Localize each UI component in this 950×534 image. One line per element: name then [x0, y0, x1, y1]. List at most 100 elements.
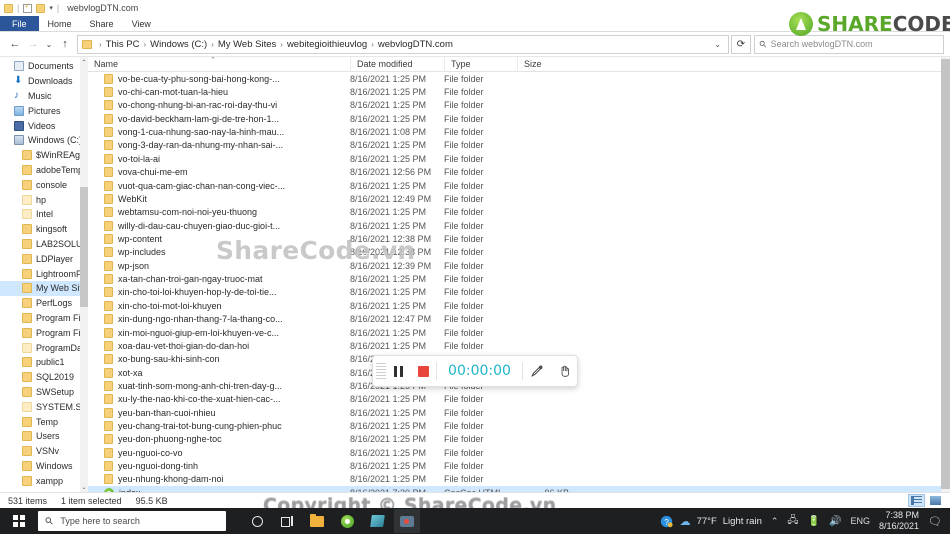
- table-row[interactable]: yeu-ban-than-cuoi-nhieu 8/16/2021 1:25 PM…: [88, 406, 950, 419]
- sidebar-item-windows-c[interactable]: Windows (C:): [0, 133, 88, 148]
- table-row[interactable]: xoa-dau-vet-thoi-gian-do-dan-hoi 8/16/202…: [88, 339, 950, 352]
- table-row[interactable]: xa-tan-chan-troi-gan-ngay-truoc-mat 8/16/…: [88, 272, 950, 285]
- tab-share[interactable]: Share: [81, 16, 123, 31]
- sidebar-item-windows[interactable]: Windows: [0, 459, 88, 474]
- sidebar-scroll-down-icon[interactable]: ⌄: [80, 482, 88, 492]
- sidebar-item-winreagent[interactable]: $WinREAgent: [0, 148, 88, 163]
- sidebar-item-kingsoft[interactable]: kingsoft: [0, 222, 88, 237]
- chevron-up-icon[interactable]: ⌃: [771, 516, 779, 527]
- sidebar-item-intel[interactable]: Intel: [0, 207, 88, 222]
- clock[interactable]: 7:38 PM 8/16/2021: [879, 510, 919, 532]
- sidebar-item-pictures[interactable]: Pictures: [0, 103, 88, 118]
- pause-button[interactable]: [386, 365, 410, 377]
- weather-widget[interactable]: ☁ 77°F Light rain: [680, 515, 762, 528]
- sidebar-item-users[interactable]: Users: [0, 429, 88, 444]
- sidebar-item-console[interactable]: console: [0, 177, 88, 192]
- breadcrumb-item-webvlogdtn[interactable]: webvlogDTN.com: [378, 39, 453, 50]
- tab-view[interactable]: View: [123, 16, 160, 31]
- table-row[interactable]: vong-3-day-ran-da-nhung-my-nhan-sai-... 8…: [88, 139, 950, 152]
- sidebar-item-sql2019[interactable]: SQL2019: [0, 370, 88, 385]
- sidebar-item-music[interactable]: ♪ Music: [0, 89, 88, 104]
- breadcrumb-item-this-pc[interactable]: This PC: [106, 39, 140, 50]
- tab-file[interactable]: File: [0, 16, 39, 31]
- table-row[interactable]: vova-chui-me-em 8/16/2021 12:56 PM File fo…: [88, 166, 950, 179]
- back-arrow-icon[interactable]: ←: [6, 35, 24, 53]
- sidebar-item-videos[interactable]: Videos: [0, 118, 88, 133]
- sidebar-item-xampp[interactable]: xampp: [0, 473, 88, 488]
- screen-recorder-button[interactable]: [394, 509, 420, 533]
- column-header-name[interactable]: Name: [88, 57, 350, 72]
- sidebar-item-my-web-sites[interactable]: My Web Sites: [0, 280, 88, 296]
- table-row[interactable]: xu-ly-the-nao-khi-co-the-xuat-hien-cac-.…: [88, 393, 950, 406]
- table-row[interactable]: yeu-nhung-khong-dam-noi 8/16/2021 1:25 PM…: [88, 473, 950, 486]
- help-button[interactable]: ?: [660, 515, 673, 530]
- sidebar-item-program-files[interactable]: Program Files (: [0, 325, 88, 340]
- customize-quick-access-icon[interactable]: ▾: [49, 4, 53, 12]
- sidebar-item-adobetemp[interactable]: adobeTemp: [0, 163, 88, 178]
- table-row[interactable]: vo-chong-nhung-bi-an-rac-roi-day-thu-vi 8…: [88, 99, 950, 112]
- sidebar-scroll-up-icon[interactable]: ⌃: [80, 57, 88, 67]
- breadcrumb-item-my-web-sites[interactable]: My Web Sites: [218, 39, 276, 50]
- table-row[interactable]: wp-json 8/16/2021 12:39 PM File folder: [88, 259, 950, 272]
- file-list-scroll-thumb[interactable]: [941, 59, 950, 489]
- sidebar-item-hp[interactable]: hp: [0, 192, 88, 207]
- sidebar-item-downloads[interactable]: ⬇ Downloads: [0, 74, 88, 89]
- large-icons-view-button[interactable]: [927, 494, 944, 507]
- sidebar-item-public1[interactable]: public1: [0, 355, 88, 370]
- table-row[interactable]: vong-1-cua-nhung-sao-nay-la-hinh-mau... 8…: [88, 125, 950, 138]
- table-row[interactable]: yeu-don-phuong-nghe-toc 8/16/2021 1:25 PM…: [88, 433, 950, 446]
- drag-handle[interactable]: [376, 363, 386, 379]
- table-row[interactable]: WebKit 8/16/2021 12:49 PM File folder: [88, 192, 950, 205]
- new-folder-icon[interactable]: [36, 3, 46, 13]
- table-row[interactable]: yeu-chang-trai-tot-bung-cung-phien-phuc 8…: [88, 419, 950, 432]
- up-arrow-icon[interactable]: ↑: [56, 35, 74, 53]
- volume-icon[interactable]: 🔊: [829, 516, 841, 527]
- forward-arrow-icon[interactable]: →: [24, 35, 42, 53]
- sidebar-item-programdata[interactable]: ProgramData: [0, 340, 88, 355]
- table-row[interactable]: vo-toi-la-ai 8/16/2021 1:25 PM File folder: [88, 152, 950, 165]
- sidebar-item-swsetup[interactable]: SWSetup: [0, 385, 88, 400]
- table-row[interactable]: index 8/16/2021 7:30 PMCocCoc HTML Doc...…: [88, 486, 950, 492]
- search-input[interactable]: ⚲ Search webvlogDTN.com: [754, 34, 944, 54]
- recent-locations-icon[interactable]: ⌄: [42, 35, 56, 53]
- table-row[interactable]: yeu-nguoi-co-vo 8/16/2021 1:25 PM File fol…: [88, 446, 950, 459]
- breadcrumb[interactable]: › This PC › Windows (C:) › My Web Sites …: [77, 34, 729, 54]
- task-view-button[interactable]: [274, 509, 300, 533]
- app-button[interactable]: [364, 509, 390, 533]
- language-indicator[interactable]: ENG: [850, 516, 870, 526]
- chevron-down-icon[interactable]: ⌄: [711, 40, 724, 49]
- column-header-size[interactable]: Size: [517, 57, 577, 72]
- table-row[interactable]: wp-includes 8/16/2021 12:38 PM File folder: [88, 246, 950, 259]
- network-icon[interactable]: 🖧: [787, 513, 798, 530]
- stop-button[interactable]: [410, 365, 436, 377]
- sidebar-item-perflogs[interactable]: PerfLogs: [0, 296, 88, 311]
- sidebar-item-lab2solution[interactable]: LAB2SOLUTION: [0, 237, 88, 252]
- sidebar-scroll-thumb[interactable]: [80, 187, 88, 307]
- table-row[interactable]: vuot-qua-cam-giac-chan-nan-cong-viec-...…: [88, 179, 950, 192]
- refresh-icon[interactable]: ⟳: [731, 34, 751, 54]
- table-row[interactable]: wp-content 8/16/2021 12:38 PM File folder: [88, 232, 950, 245]
- breadcrumb-item-windows-c[interactable]: Windows (C:): [150, 39, 207, 50]
- table-row[interactable]: yeu-nguoi-dong-tinh 8/16/2021 1:25 PM File…: [88, 459, 950, 472]
- sidebar-item-vsnv[interactable]: VSNv: [0, 444, 88, 459]
- table-row[interactable]: vo-chi-can-mot-tuan-la-hieu 8/16/2021 1:2…: [88, 85, 950, 98]
- sidebar-item-ldplayer[interactable]: LDPlayer: [0, 251, 88, 266]
- notifications-icon[interactable]: 🗨: [928, 515, 942, 528]
- properties-icon[interactable]: [23, 2, 33, 13]
- column-header-type[interactable]: Type: [444, 57, 517, 72]
- start-button[interactable]: [0, 508, 38, 534]
- sidebar-item-lightroomporta[interactable]: LightroomPorta: [0, 266, 88, 281]
- table-row[interactable]: xin-cho-toi-mot-loi-khuyen 8/16/2021 1:25…: [88, 299, 950, 312]
- cortana-button[interactable]: [244, 509, 270, 533]
- table-row[interactable]: xin-cho-toi-loi-khuyen-hop-ly-de-toi-tie…: [88, 286, 950, 299]
- table-row[interactable]: webtamsu-com-noi-noi-yeu-thuong 8/16/2021…: [88, 206, 950, 219]
- taskbar-search-input[interactable]: ⚲ Type here to search: [38, 511, 226, 531]
- battery-icon[interactable]: 🔋: [808, 516, 820, 527]
- table-row[interactable]: willy-di-dau-cau-chuyen-giao-duc-gioi-t.…: [88, 219, 950, 232]
- table-row[interactable]: vo-be-cua-ty-phu-song-bai-hong-kong-... 8…: [88, 72, 950, 85]
- breadcrumb-item-webitegioithieuvlog[interactable]: webitegioithieuvlog: [287, 39, 367, 50]
- sidebar-item-temp[interactable]: Temp: [0, 414, 88, 429]
- details-view-button[interactable]: [908, 494, 925, 507]
- file-explorer-button[interactable]: [304, 509, 330, 533]
- column-header-date-modified[interactable]: Date modified: [350, 57, 444, 72]
